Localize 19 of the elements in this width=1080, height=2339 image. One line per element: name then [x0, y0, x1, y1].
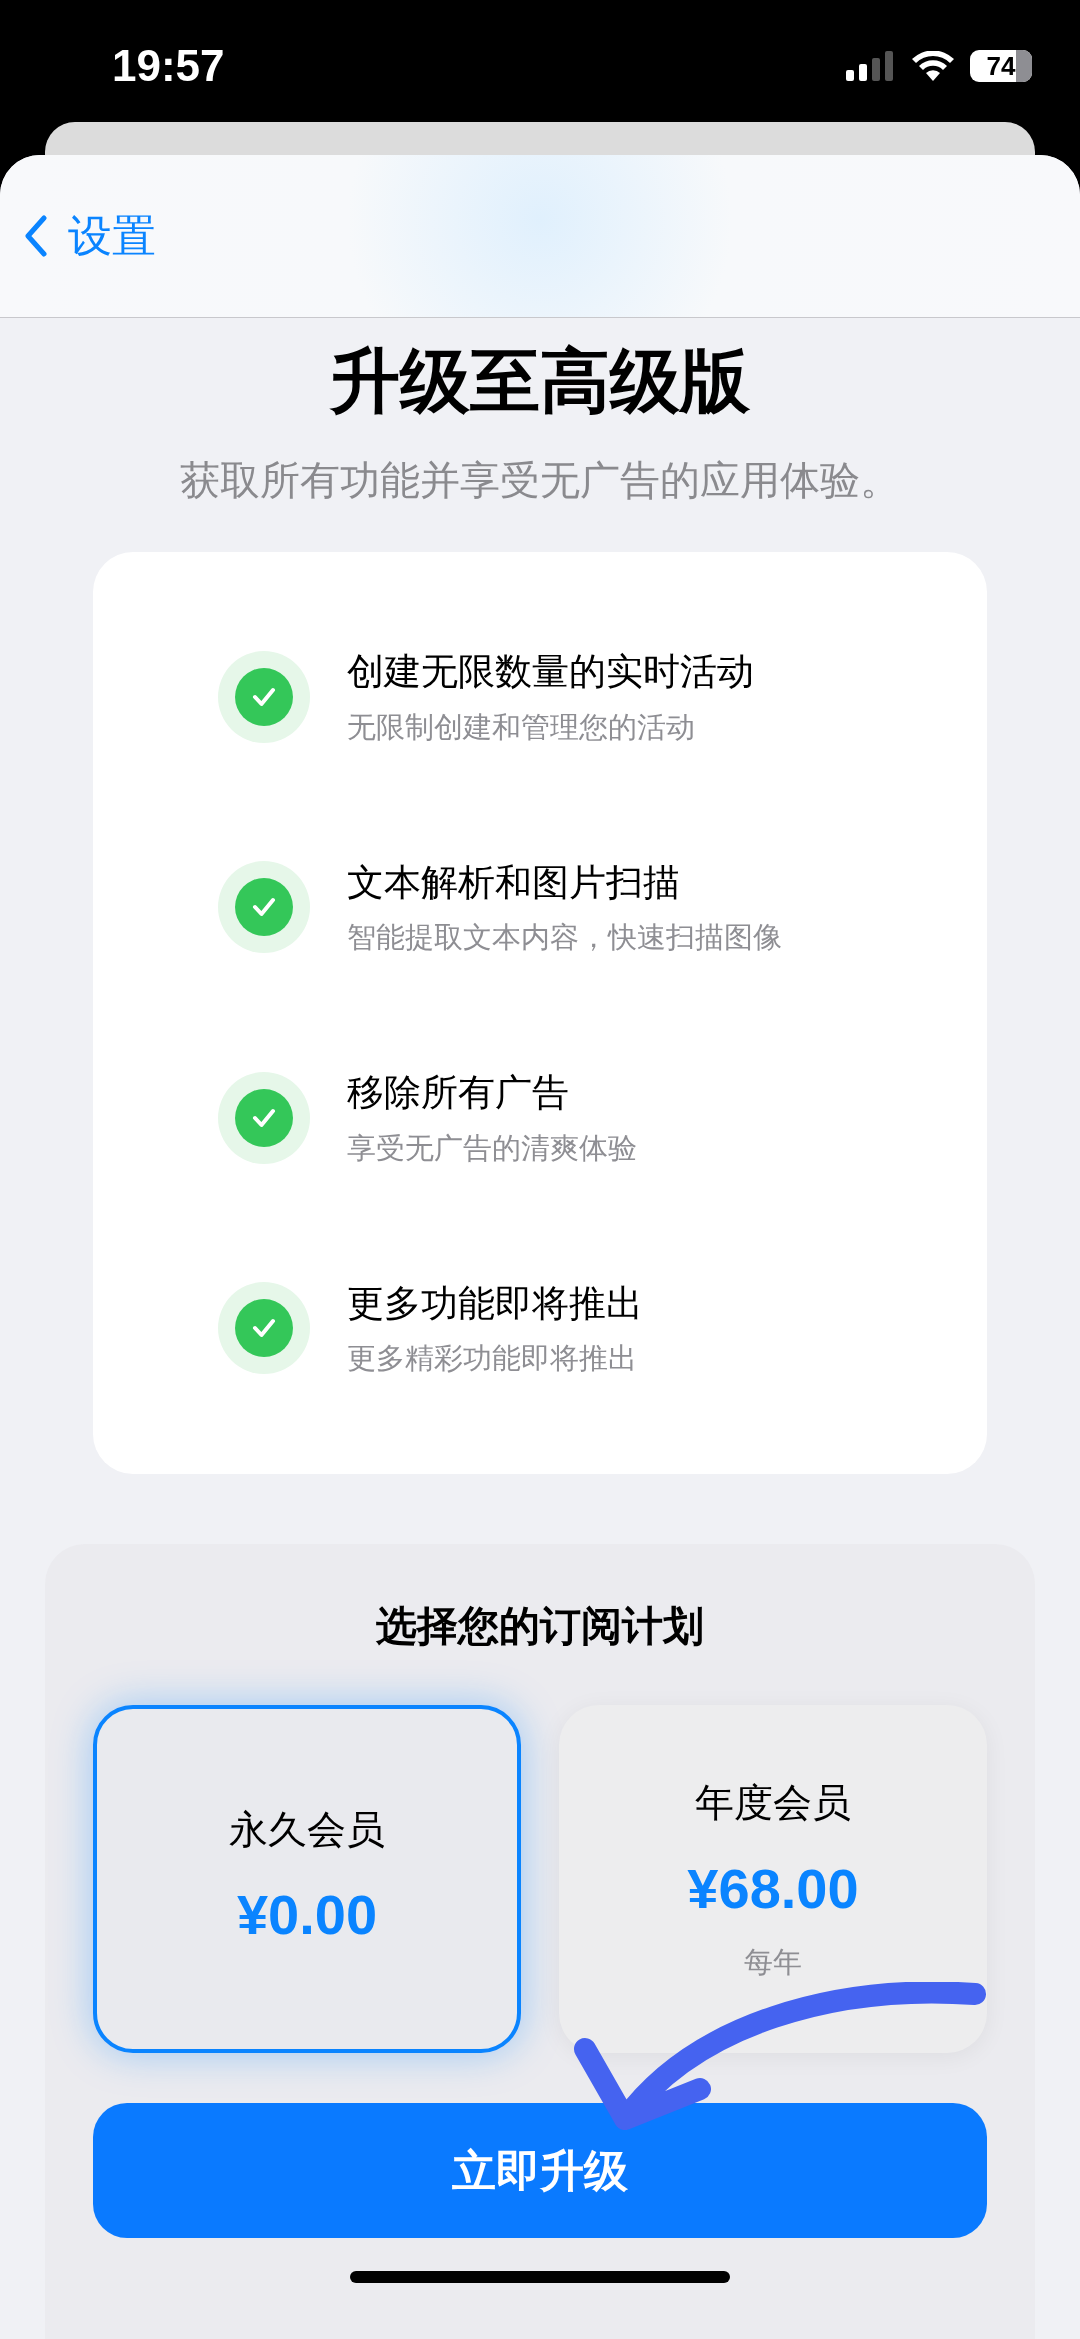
back-chevron-icon — [24, 214, 48, 258]
plans-heading: 选择您的订阅计划 — [375, 1601, 705, 1651]
plan-card[interactable]: 永久会员 ¥0.00 — [93, 1705, 521, 2053]
feature-title: 创建无限数量的实时活动 — [347, 650, 754, 695]
feature-description: 更多精彩功能即将推出 — [347, 1341, 638, 1377]
wifi-icon — [912, 51, 954, 81]
feature-description: 享受无广告的清爽体验 — [347, 1130, 637, 1166]
feature-title: 文本解析和图片扫描 — [347, 860, 681, 905]
status-time: 19:57 — [112, 40, 225, 92]
feature-title: 移除所有广告 — [347, 1071, 570, 1116]
plan-card[interactable]: 年度会员 ¥68.00 每年 — [559, 1705, 987, 2053]
battery-indicator: 74 — [970, 50, 1032, 82]
feature-description: 智能提取文本内容，快速扫描图像 — [347, 920, 782, 956]
page-subtitle: 获取所有功能并享受无广告的应用体验。 — [179, 456, 901, 504]
feature-title: 更多功能即将推出 — [347, 1281, 643, 1326]
page-title: 升级至高级版 — [328, 341, 751, 422]
upgrade-button[interactable]: 立即升级 — [93, 2103, 987, 2238]
signal-icon — [846, 51, 896, 81]
feature-description: 无限制创建和管理您的活动 — [347, 709, 696, 745]
